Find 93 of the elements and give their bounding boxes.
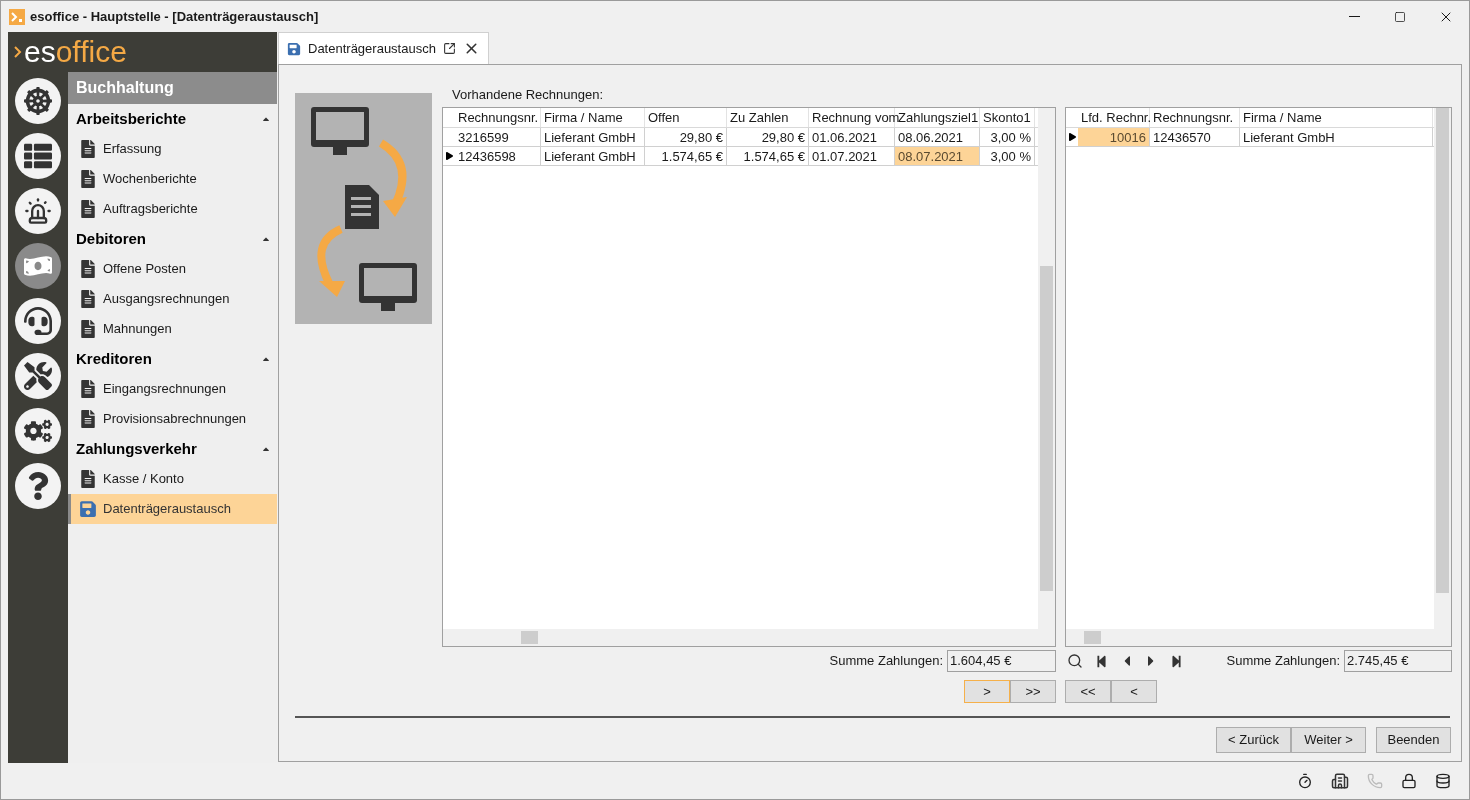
- logo: esoffice: [8, 32, 277, 72]
- wizard-button[interactable]: < Zurück: [1216, 727, 1291, 753]
- table-cell: Lieferant GmbH: [1240, 128, 1433, 146]
- nav-item[interactable]: Wochenberichte: [68, 164, 277, 194]
- nav-item[interactable]: Kasse / Konto: [68, 464, 277, 494]
- tools-icon: [24, 362, 52, 390]
- table-cell: 29,80 €: [727, 128, 809, 146]
- document-icon: [79, 140, 97, 158]
- table-cell: 1.574,65 €: [645, 147, 727, 165]
- module-button[interactable]: [15, 298, 61, 344]
- table-cell: 1.574,65 €: [727, 147, 809, 165]
- search-icon[interactable]: [1067, 653, 1083, 669]
- table-cell: Lieferant GmbH: [541, 147, 645, 165]
- column-header[interactable]: Lfd. Rechnr.: [1078, 108, 1150, 127]
- first-record-icon[interactable]: [1095, 654, 1108, 668]
- gears-icon: [24, 417, 52, 445]
- sum-field: 1.604,45 €: [947, 650, 1056, 672]
- table-cell: 01.06.2021: [809, 128, 895, 146]
- document-icon: [79, 380, 97, 398]
- column-header[interactable]: Rechnungsnr.: [455, 108, 541, 127]
- nav-header: Buchhaltung: [68, 72, 277, 104]
- module-button[interactable]: [15, 243, 61, 289]
- nav-item[interactable]: Erfassung: [68, 134, 277, 164]
- sum-label: Summe Zahlungen:: [1226, 652, 1340, 671]
- table-cell: 29,80 €: [645, 128, 727, 146]
- horizontal-scrollbar[interactable]: [443, 629, 1055, 646]
- section-header[interactable]: Kreditoren: [68, 344, 277, 374]
- table-cell: 12436598: [455, 147, 541, 165]
- section-header[interactable]: Zahlungsverkehr: [68, 434, 277, 464]
- column-header[interactable]: Zu Zahlen: [727, 108, 809, 127]
- column-header[interactable]: Firma / Name: [1240, 108, 1433, 127]
- lock-icon[interactable]: [1401, 773, 1417, 789]
- sum-label: Summe Zahlungen:: [829, 652, 943, 671]
- column-header[interactable]: Skonto1: [980, 108, 1035, 127]
- section-header[interactable]: Arbeitsberichte: [68, 104, 277, 134]
- column-header[interactable]: Firma / Name: [541, 108, 645, 127]
- document-tab[interactable]: Datenträgeraustausch: [278, 32, 489, 64]
- module-button[interactable]: [15, 463, 61, 509]
- column-header[interactable]: Offen: [645, 108, 727, 127]
- document-icon: [79, 260, 97, 278]
- nav-item[interactable]: Eingangsrechnungen: [68, 374, 277, 404]
- finish-button[interactable]: Beenden: [1376, 727, 1451, 753]
- chevron-icon: [14, 46, 22, 58]
- module-button[interactable]: [15, 133, 61, 179]
- document-icon: [79, 170, 97, 188]
- building-icon[interactable]: [1331, 772, 1349, 790]
- table-cell: 3,00 %: [980, 147, 1035, 165]
- section-header[interactable]: Debitoren: [68, 224, 277, 254]
- table-cell: 3,00 %: [980, 128, 1035, 146]
- helm-icon: [24, 87, 52, 115]
- table-cell: 3216599: [455, 128, 541, 146]
- app-icon: [9, 8, 25, 25]
- wizard-button[interactable]: Weiter >: [1291, 727, 1366, 753]
- table-cell: 10016: [1078, 128, 1150, 146]
- siren-icon: [24, 197, 52, 225]
- document-icon: [79, 320, 97, 338]
- module-button[interactable]: [15, 78, 61, 124]
- document-icon: [79, 410, 97, 428]
- list-label: Vorhandene Rechnungen:: [451, 88, 605, 102]
- module-button[interactable]: [15, 188, 61, 234]
- nav-item[interactable]: Datenträgeraustausch: [68, 494, 277, 524]
- horizontal-scrollbar[interactable]: [1066, 629, 1451, 646]
- transfer-button[interactable]: <<: [1065, 680, 1111, 703]
- table-cell: 08.07.2021: [895, 147, 980, 165]
- module-button[interactable]: [15, 408, 61, 454]
- maximize-icon: [1394, 10, 1406, 23]
- nav-item[interactable]: Auftragsberichte: [68, 194, 277, 224]
- document-icon: [79, 290, 97, 308]
- external-link-icon: [442, 42, 456, 55]
- column-header[interactable]: Rechnungsnr.: [1150, 108, 1240, 127]
- table-cell: 12436570: [1150, 128, 1240, 146]
- nav-item[interactable]: Ausgangsrechnungen: [68, 284, 277, 314]
- last-record-icon[interactable]: [1170, 654, 1183, 668]
- vertical-scrollbar[interactable]: [1038, 108, 1055, 629]
- transfer-button[interactable]: >>: [1010, 680, 1056, 703]
- module-button[interactable]: [15, 353, 61, 399]
- nav-item[interactable]: Provisionsabrechnungen: [68, 404, 277, 434]
- transfer-button[interactable]: >: [964, 680, 1010, 703]
- document-icon: [79, 200, 97, 218]
- timer-icon[interactable]: [1297, 773, 1313, 789]
- grid-icon: [24, 142, 52, 170]
- minimize-icon: [1348, 16, 1360, 17]
- nav-item[interactable]: Offene Posten: [68, 254, 277, 284]
- window-title: esoffice - Hauptstelle - [Datenträgeraustausch]: [30, 7, 319, 26]
- nav-item[interactable]: Mahnungen: [68, 314, 277, 344]
- document-icon: [79, 470, 97, 488]
- table-cell: 08.06.2021: [895, 128, 980, 146]
- headset-icon: [24, 307, 52, 335]
- sum-field: 2.745,45 €: [1344, 650, 1452, 672]
- table-cell: Lieferant GmbH: [541, 128, 645, 146]
- transfer-button[interactable]: <: [1111, 680, 1157, 703]
- database-icon[interactable]: [1435, 773, 1451, 789]
- vertical-scrollbar[interactable]: [1434, 108, 1451, 629]
